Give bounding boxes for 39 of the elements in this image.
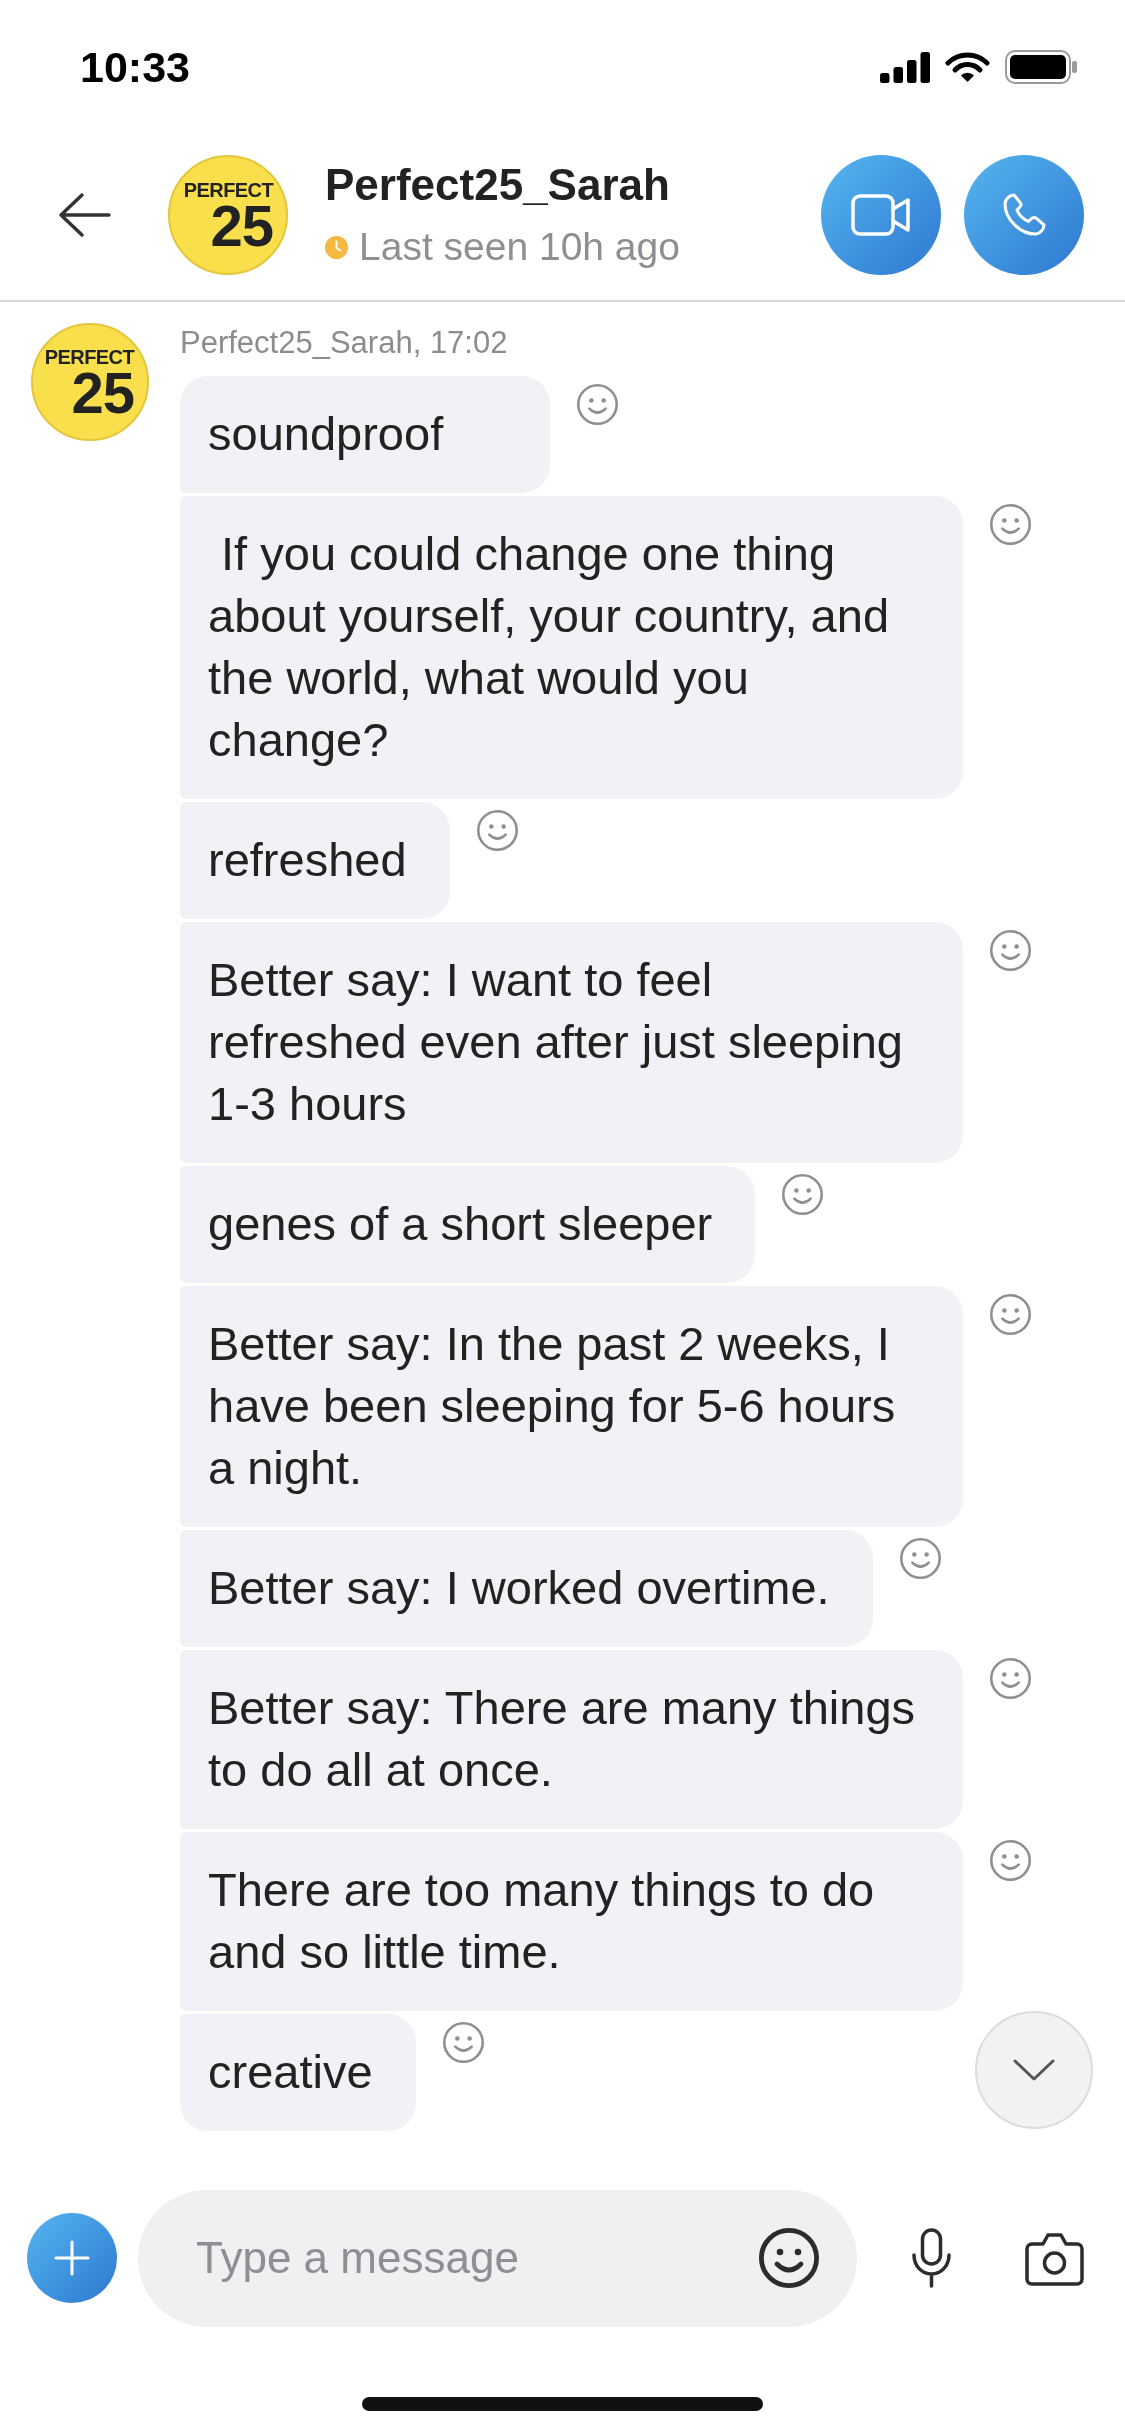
smiley-icon[interactable] — [782, 1174, 824, 1215]
logo-number: 25 — [71, 368, 134, 418]
chevron-down-icon — [1013, 2059, 1055, 2081]
smiley-icon[interactable] — [577, 384, 618, 425]
logo-number: 25 — [210, 201, 273, 251]
contact-name: Perfect25_Sarah — [325, 160, 671, 210]
message-bubble: Better say: In the past 2 weeks, I have been sleeping for 5-6 hours a night. — [180, 1286, 963, 1527]
message-bubble: If you could change one thing about yourself, your country, and the world, what would you change? — [180, 496, 963, 799]
video-camera-icon — [851, 192, 911, 238]
smiley-icon[interactable] — [476, 810, 518, 851]
logo-word: PERFECT — [44, 346, 134, 368]
smiley-icon[interactable] — [990, 930, 1031, 971]
microphone-icon[interactable] — [911, 2228, 952, 2288]
smiley-icon[interactable] — [990, 1840, 1031, 1881]
status-time: 10:33 — [80, 42, 190, 92]
smiley-icon[interactable] — [990, 1658, 1031, 1699]
message-bubble: Better say: I want to feel refreshed even after just sleeping 1-3 hours — [180, 922, 963, 1163]
sender-name-time: Perfect25_Sarah, 17:02 — [180, 324, 508, 362]
message-bubble: Better say: There are many things to do all at once. — [180, 1650, 963, 1829]
message-bubble: There are too many things to do and so little time. — [180, 1832, 963, 2011]
emoji-icon[interactable] — [759, 2227, 819, 2288]
message-bubble: genes of a short sleeper — [180, 1166, 756, 1283]
smiley-icon[interactable] — [899, 1538, 941, 1579]
logo-word: PERFECT — [183, 179, 273, 201]
message-bubble: creative — [180, 2014, 416, 2131]
smiley-icon[interactable] — [442, 2022, 484, 2063]
battery-icon — [1005, 50, 1077, 84]
message-input[interactable]: Type a message — [138, 2189, 857, 2327]
camera-icon[interactable] — [1025, 2230, 1084, 2286]
smiley-icon[interactable] — [990, 1294, 1031, 1335]
plus-icon — [54, 2240, 90, 2276]
smiley-icon[interactable] — [990, 504, 1031, 545]
message-bubble: soundproof — [180, 376, 550, 493]
signal-icon — [880, 51, 930, 83]
message-bubble: refreshed — [180, 802, 450, 919]
back-arrow-icon[interactable] — [57, 192, 111, 238]
last-seen-text: Last seen 10h ago — [359, 224, 680, 270]
message-bubble: Better say: I worked overtime. — [180, 1530, 873, 1647]
wifi-icon — [945, 51, 990, 83]
